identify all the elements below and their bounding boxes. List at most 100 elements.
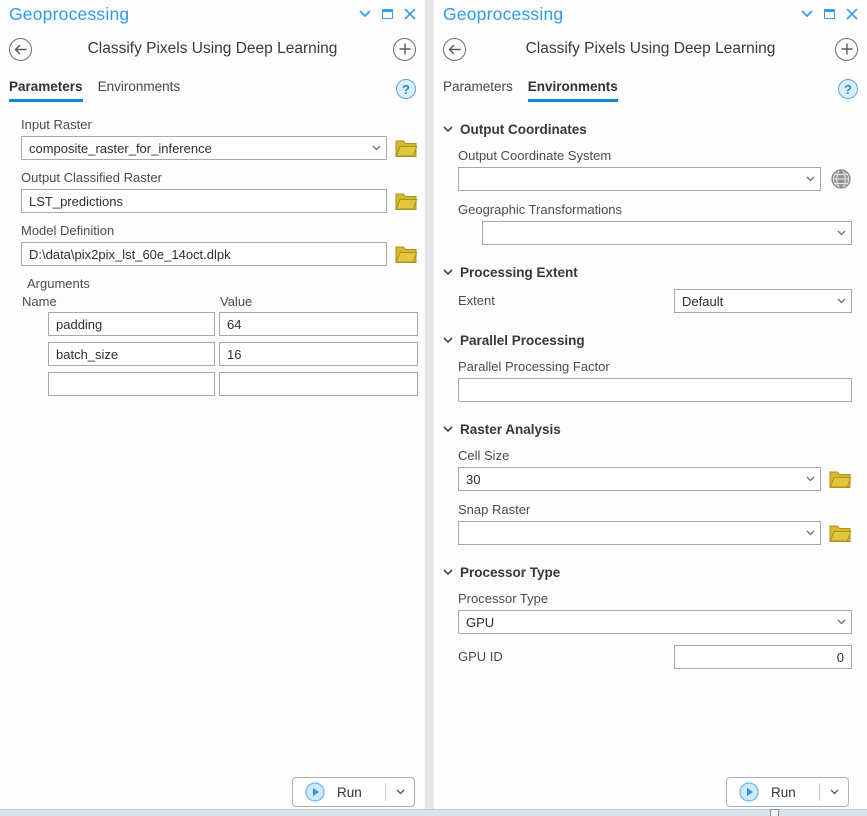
panel-title: Geoprocessing [443, 4, 563, 25]
panel-menu-chevron-icon[interactable] [359, 10, 371, 18]
section-output-coordinates[interactable]: Output Coordinates [443, 122, 852, 137]
processor-type-input[interactable] [459, 611, 831, 633]
snap-raster-input[interactable] [459, 522, 800, 544]
geoprocessing-panel-environments: Geoprocessing Classify Pixels Using Deep… [434, 0, 867, 809]
geoprocessing-panel-parameters: Geoprocessing Classify Pixels Using Deep… [0, 0, 425, 809]
panel-titlebar: Geoprocessing [434, 0, 867, 29]
geographic-transformations-label: Geographic Transformations [458, 202, 852, 218]
processor-type-combobox[interactable] [458, 610, 852, 634]
output-coordinate-system-label: Output Coordinate System [458, 148, 852, 164]
cell-size-label: Cell Size [458, 448, 852, 464]
input-raster-label: Input Raster [21, 117, 418, 133]
add-to-project-button[interactable] [393, 38, 416, 61]
section-collapse-chevron-icon[interactable] [443, 569, 453, 576]
cell-size-input[interactable] [459, 468, 800, 490]
arguments-headers: Name Value [21, 294, 418, 309]
input-raster-input[interactable] [22, 137, 366, 159]
resize-grip[interactable] [770, 809, 779, 816]
argument-value-input[interactable] [220, 373, 417, 395]
tab-bar: Parameters Environments ? [0, 79, 425, 102]
close-icon[interactable] [846, 8, 858, 20]
parallel-processing-factor-input[interactable] [459, 379, 851, 401]
section-collapse-chevron-icon[interactable] [443, 337, 453, 344]
argument-value-box[interactable] [219, 372, 418, 396]
run-options-chevron-icon[interactable] [819, 783, 848, 801]
run-play-icon [739, 782, 759, 802]
tool-header: Classify Pixels Using Deep Learning [0, 36, 425, 62]
extent-label: Extent [458, 293, 674, 309]
geographic-transformations-input[interactable] [483, 222, 831, 244]
chevron-down-icon[interactable] [800, 476, 820, 482]
argument-value-input[interactable] [220, 343, 417, 365]
tab-environments[interactable]: Environments [98, 79, 181, 102]
argument-name-input[interactable] [49, 373, 214, 395]
gpu-id-box[interactable] [674, 645, 852, 669]
argument-value-input[interactable] [220, 313, 417, 335]
browse-folder-icon[interactable] [395, 192, 418, 210]
chevron-down-icon[interactable] [831, 619, 851, 625]
output-coordinate-system-combobox[interactable] [458, 167, 821, 191]
argument-name-box[interactable] [48, 372, 215, 396]
output-classified-raster-input[interactable] [22, 190, 386, 212]
browse-folder-icon[interactable] [829, 524, 852, 542]
cell-size-combobox[interactable] [458, 467, 821, 491]
undock-icon[interactable] [824, 9, 835, 19]
argument-name-input[interactable] [49, 343, 214, 365]
help-icon[interactable]: ? [396, 79, 416, 99]
output-classified-raster-label: Output Classified Raster [21, 170, 418, 186]
run-button[interactable]: Run [292, 777, 415, 807]
chevron-down-icon[interactable] [366, 145, 386, 151]
browse-folder-icon[interactable] [829, 470, 852, 488]
arguments-label: Arguments [27, 276, 418, 291]
argument-value-box[interactable] [219, 312, 418, 336]
argument-name-box[interactable] [48, 312, 215, 336]
gpu-id-label: GPU ID [458, 649, 674, 665]
section-collapse-chevron-icon[interactable] [443, 269, 453, 276]
undock-icon[interactable] [382, 9, 393, 19]
add-to-project-button[interactable] [835, 38, 858, 61]
snap-raster-combobox[interactable] [458, 521, 821, 545]
model-definition-box[interactable] [21, 242, 387, 266]
gpu-id-input[interactable] [675, 646, 851, 668]
output-coordinate-system-input[interactable] [459, 168, 800, 190]
tab-parameters[interactable]: Parameters [443, 79, 513, 102]
run-options-chevron-icon[interactable] [385, 783, 414, 801]
output-classified-raster-box[interactable] [21, 189, 387, 213]
chevron-down-icon[interactable] [800, 176, 820, 182]
parallel-processing-factor-box[interactable] [458, 378, 852, 402]
argument-value-box[interactable] [219, 342, 418, 366]
section-processor-type[interactable]: Processor Type [443, 565, 852, 580]
section-parallel-processing[interactable]: Parallel Processing [443, 333, 852, 348]
extent-combobox[interactable] [674, 289, 852, 313]
chevron-down-icon[interactable] [831, 298, 851, 304]
panel-menu-chevron-icon[interactable] [801, 10, 813, 18]
back-button[interactable] [9, 38, 32, 61]
model-definition-input[interactable] [22, 243, 386, 265]
globe-icon[interactable] [829, 168, 852, 190]
input-raster-combobox[interactable] [21, 136, 387, 160]
tool-title: Classify Pixels Using Deep Learning [466, 40, 835, 58]
run-button[interactable]: Run [726, 777, 849, 807]
chevron-down-icon[interactable] [831, 230, 851, 236]
argument-name-box[interactable] [48, 342, 215, 366]
browse-folder-icon[interactable] [395, 139, 418, 157]
browse-folder-icon[interactable] [395, 245, 418, 263]
section-collapse-chevron-icon[interactable] [443, 126, 453, 133]
tab-environments[interactable]: Environments [528, 79, 618, 102]
close-icon[interactable] [404, 8, 416, 20]
extent-input[interactable] [675, 290, 831, 312]
tool-title: Classify Pixels Using Deep Learning [32, 40, 393, 58]
geographic-transformations-combobox[interactable] [482, 221, 852, 245]
back-button[interactable] [443, 38, 466, 61]
tool-header: Classify Pixels Using Deep Learning [434, 36, 867, 62]
run-play-icon [305, 782, 325, 802]
help-icon[interactable]: ? [838, 79, 858, 99]
panel-title: Geoprocessing [9, 4, 129, 25]
argument-name-input[interactable] [49, 313, 214, 335]
panel-bottom-strip [0, 809, 867, 816]
tab-parameters[interactable]: Parameters [9, 79, 83, 102]
section-collapse-chevron-icon[interactable] [443, 426, 453, 433]
chevron-down-icon[interactable] [800, 530, 820, 536]
section-raster-analysis[interactable]: Raster Analysis [443, 422, 852, 437]
section-processing-extent[interactable]: Processing Extent [443, 265, 852, 280]
